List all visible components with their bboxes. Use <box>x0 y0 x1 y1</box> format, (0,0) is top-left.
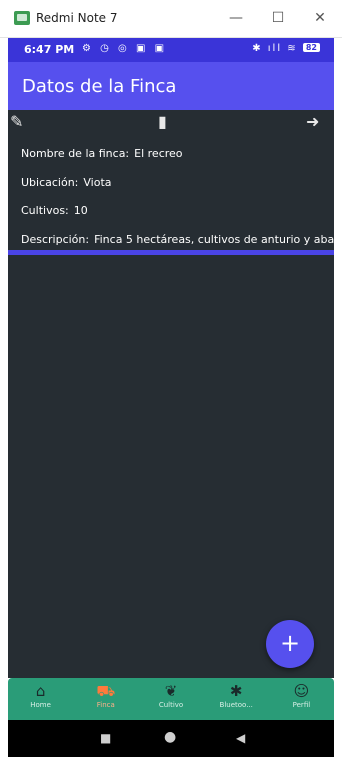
app-bar: Datos de la Finca <box>8 62 334 110</box>
nav-item-finca[interactable]: ⛟ Finca <box>73 678 138 720</box>
nav-item-cultivo[interactable]: ❦ Cultivo <box>138 678 203 720</box>
actions-toolbar: ✎ ▮ ➜ <box>8 110 334 136</box>
window-titlebar: Redmi Note 7 — ☐ ✕ <box>0 0 342 38</box>
description-label: Descripción: <box>21 233 90 246</box>
profile-icon: ☺ <box>293 682 310 700</box>
nav-item-bluetooth[interactable]: ✱ Bluetoo... <box>204 678 269 720</box>
farm-name-value: El recreo <box>134 147 183 160</box>
back-icon[interactable]: ◀ <box>236 731 245 745</box>
home-circle-icon[interactable]: ● <box>164 729 176 745</box>
recents-icon[interactable]: ■ <box>100 731 111 745</box>
battery-icon: 82 <box>302 43 320 52</box>
crops-value: 10 <box>73 204 88 217</box>
description-row: Descripción: Finca 5 hectáreas, cultivos … <box>21 233 334 246</box>
farm-name-label: Nombre de la finca: <box>21 147 130 160</box>
delete-icon[interactable]: ▮ <box>158 112 167 132</box>
status-bar: 6:47 PM ⚙ ◷ ◎ ▣ ▣ ✱ ıll ≋ 82 <box>8 38 334 62</box>
page-title: Datos de la Finca <box>22 76 177 97</box>
description-value: Finca 5 hectáreas, cultivos de anturio y… <box>94 233 334 246</box>
notification-icons: ⚙ ◷ ◎ ▣ ▣ <box>82 43 168 54</box>
maximize-button[interactable]: ☐ <box>264 6 292 30</box>
tractor-icon: ⛟ <box>96 682 116 700</box>
add-button[interactable]: + <box>266 620 314 668</box>
edit-icon[interactable]: ✎ <box>10 112 23 132</box>
move-icon[interactable]: ➜ <box>306 112 319 132</box>
nav-label-finca: Finca <box>96 701 115 709</box>
nav-label-home: Home <box>30 701 51 709</box>
minimize-button[interactable]: — <box>222 6 250 30</box>
location-row: Ubicación: Viota <box>21 176 112 189</box>
bluetooth-icon: ✱ <box>229 682 243 700</box>
crops-label: Cultivos: <box>21 204 69 217</box>
nav-label-perfil: Perfil <box>292 701 311 709</box>
farm-details-panel: ✎ ▮ ➜ Nombre de la finca: El recreo Ubica… <box>8 110 334 678</box>
signal-wifi-icons: ✱ ıll ≋ <box>252 43 298 54</box>
leaf-icon: ❦ <box>164 682 178 700</box>
nav-label-cultivo: Cultivo <box>158 701 184 709</box>
status-time: 6:47 PM <box>24 43 75 56</box>
accent-divider <box>8 250 334 255</box>
location-label: Ubicación: <box>21 176 79 189</box>
farm-name-row: Nombre de la finca: El recreo <box>21 147 183 160</box>
window-title: Redmi Note 7 <box>36 11 118 25</box>
app-window-icon <box>14 11 30 25</box>
nav-item-home[interactable]: ⌂ Home <box>8 678 73 720</box>
system-navigation-bar: ■ ● ◀ <box>8 720 334 757</box>
bottom-navigation: ⌂ Home ⛟ Finca ❦ Cultivo ✱ Bluetoo... ☺ … <box>8 678 334 720</box>
nav-item-perfil[interactable]: ☺ Perfil <box>269 678 334 720</box>
crops-row: Cultivos: 10 <box>21 204 88 217</box>
close-button[interactable]: ✕ <box>306 6 334 30</box>
home-icon: ⌂ <box>35 682 46 700</box>
location-value: Viota <box>83 176 112 189</box>
nav-label-bluetooth: Bluetoo... <box>219 701 253 709</box>
system-status-icons: ✱ ıll ≋ 82 <box>252 43 320 54</box>
